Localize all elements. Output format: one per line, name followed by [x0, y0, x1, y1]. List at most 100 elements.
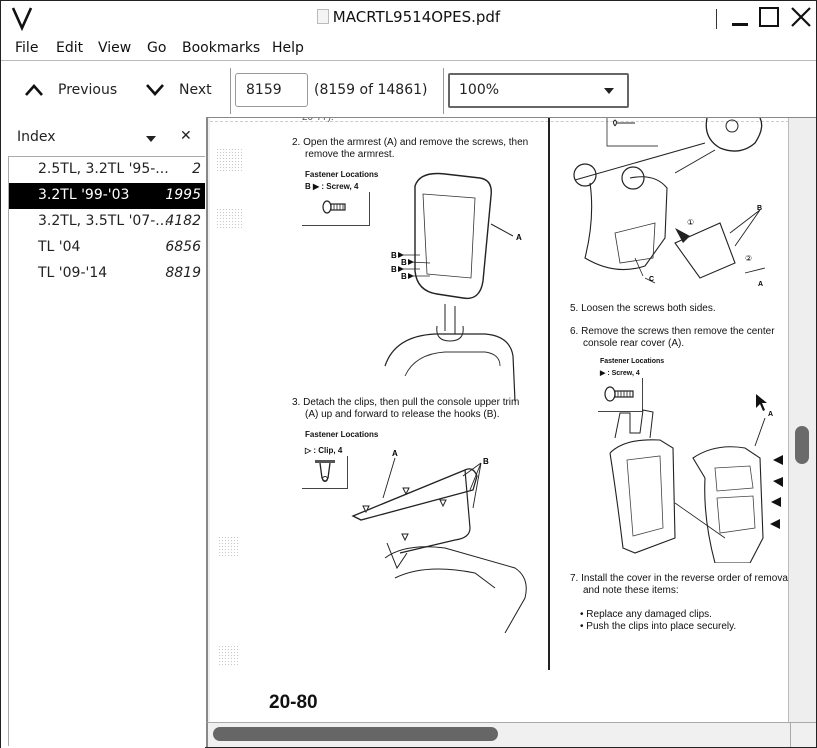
- index-item-label: 3.2TL '99-'03: [38, 187, 130, 203]
- step-5: 5. Loosen the screws both sides.: [570, 303, 716, 314]
- index-item[interactable]: TL '04 6856: [9, 235, 205, 261]
- callout-b: B: [483, 457, 489, 466]
- callout-a: A: [758, 281, 763, 288]
- fastener-box: [302, 192, 370, 226]
- document-view[interactable]: 20-77). 2. Open the armrest (A) and remo…: [206, 118, 816, 722]
- callout-b: B: [757, 205, 762, 212]
- titlebar-separator: [716, 9, 717, 29]
- menu-go[interactable]: Go: [147, 40, 166, 56]
- pdf-viewer-window: MACRTL9514OPES.pdf File Edit View Go Boo…: [0, 0, 817, 748]
- chevron-down-icon: [146, 84, 164, 96]
- dropdown-arrow-icon: [604, 88, 614, 94]
- step-2-line-1: 2. Open the armrest (A) and remove the s…: [292, 137, 529, 148]
- vertical-scrollbar[interactable]: [788, 118, 816, 722]
- window-title-text: MACRTL9514OPES.pdf: [332, 8, 501, 26]
- scan-artifact: [216, 148, 244, 172]
- scrollbar-corner: [790, 722, 816, 747]
- toolbar: Previous Next (8159 of 14861) 100%: [1, 62, 816, 118]
- index-list: 2.5TL, 3.2TL '95-... 2 3.2TL '99-'03 199…: [8, 156, 205, 746]
- armrest-diagram: B B B B A: [384, 172, 522, 401]
- horizontal-scroll-thumb[interactable]: [213, 727, 498, 741]
- step-6-fastener-title: Fastener Locations: [600, 358, 665, 365]
- sidebar-close-button[interactable]: ✕: [180, 128, 192, 144]
- previous-label: Previous: [58, 82, 118, 98]
- minimize-button[interactable]: [729, 6, 751, 28]
- menu-help[interactable]: Help: [272, 40, 304, 56]
- maximize-button[interactable]: [758, 6, 780, 28]
- rear-cover-diagram: A: [609, 409, 783, 563]
- document-icon: [316, 9, 329, 24]
- step-2-line-2: remove the armrest.: [305, 149, 395, 160]
- index-item-page: 6856: [165, 239, 201, 255]
- index-item-page: 8819: [165, 265, 201, 281]
- page-number-label: 20-80: [269, 692, 318, 713]
- index-item-selected[interactable]: 3.2TL '99-'03 1995: [9, 183, 205, 209]
- step-7-bullet: • Push the clips into place securely.: [580, 621, 737, 632]
- step-3-fastener-spec: ▷ : Clip, 4: [305, 446, 343, 455]
- step-3-fastener-title: Fastener Locations: [305, 430, 379, 439]
- callout-b: B: [401, 272, 407, 281]
- page-text-fragment: 20-77).: [302, 118, 334, 124]
- scan-artifact: [218, 536, 240, 556]
- horizontal-scrollbar[interactable]: [206, 722, 816, 747]
- scan-artifact: [218, 645, 240, 667]
- index-item-label: TL '04: [38, 239, 81, 255]
- column-rule: [548, 118, 550, 670]
- clip-icon: [315, 460, 335, 482]
- callout-b: B: [401, 258, 407, 267]
- console-trim-diagram: A B: [351, 449, 527, 633]
- index-item-label: 3.2TL, 3.5TL '07-...: [38, 213, 169, 229]
- step-3-line-1: 3. Detach the clips, then pull the conso…: [292, 397, 520, 408]
- fastener-box: [302, 456, 348, 489]
- screw-icon: [322, 200, 346, 214]
- sidebar-title: Index: [17, 129, 56, 145]
- scan-artifact: [216, 208, 244, 228]
- step-marker-1: ①: [687, 218, 694, 227]
- callout-b: B: [391, 251, 397, 260]
- next-label: Next: [179, 82, 212, 98]
- index-item-page: 1995: [165, 187, 201, 203]
- toolbar-separator: [230, 68, 231, 114]
- menu-edit[interactable]: Edit: [56, 40, 83, 56]
- menu-view[interactable]: View: [98, 40, 131, 56]
- title-bar: MACRTL9514OPES.pdf: [1, 1, 816, 35]
- next-page-button[interactable]: Next: [145, 78, 212, 102]
- menu-bar: File Edit View Go Bookmarks Help: [1, 37, 816, 61]
- index-item-page: 2: [192, 161, 201, 177]
- index-item[interactable]: TL '09-'14 8819: [9, 261, 205, 287]
- callout-a: A: [392, 449, 398, 458]
- sidebar-header: Index ✕: [1, 118, 205, 156]
- mouse-cursor-icon: [756, 394, 767, 411]
- index-item-label: 2.5TL, 3.2TL '95-...: [38, 161, 169, 177]
- vertical-scroll-thumb[interactable]: [795, 426, 809, 464]
- page-number-input[interactable]: [235, 73, 308, 107]
- step-7-line-2: and note these items:: [583, 585, 679, 596]
- chevron-up-icon: [25, 84, 43, 96]
- window-title: MACRTL9514OPES.pdf: [1, 8, 816, 26]
- menu-file[interactable]: File: [15, 40, 38, 56]
- rear-console-diagram: B A C ① ②: [573, 118, 766, 288]
- toolbar-separator: [443, 68, 444, 114]
- sidebar-mode-dropdown-icon[interactable]: [146, 136, 156, 142]
- index-item-label: TL '09-'14: [38, 265, 108, 281]
- step-6-line-1: 6. Remove the screws then remove the cen…: [570, 326, 775, 337]
- previous-page-button[interactable]: Previous: [24, 78, 117, 102]
- index-sidebar: Index ✕ 2.5TL, 3.2TL '95-... 2 3.2TL '99…: [1, 118, 205, 748]
- index-item-page: 4182: [165, 213, 201, 229]
- zoom-select[interactable]: 100%: [448, 73, 629, 108]
- callout-c: C: [649, 276, 654, 283]
- step-7-line-1: 7. Install the cover in the reverse orde…: [570, 573, 788, 584]
- callout-a: A: [516, 233, 522, 242]
- index-item[interactable]: 3.2TL, 3.5TL '07-... 4182: [9, 209, 205, 235]
- step-3-line-2: (A) up and forward to release the hooks …: [305, 409, 500, 420]
- pdf-page: 20-77). 2. Open the armrest (A) and remo…: [210, 118, 789, 722]
- step-2-fastener-title: Fastener Locations: [305, 170, 379, 179]
- step-6-line-2: console rear cover (A).: [583, 338, 685, 349]
- step-2-fastener-spec: B ▶ : Screw, 4: [305, 182, 359, 191]
- zoom-value: 100%: [459, 82, 500, 98]
- close-button[interactable]: [790, 6, 812, 28]
- index-item[interactable]: 2.5TL, 3.2TL '95-... 2: [9, 157, 205, 183]
- menu-bookmarks[interactable]: Bookmarks: [182, 40, 260, 56]
- page-count-label: (8159 of 14861): [314, 82, 428, 98]
- step-marker-2: ②: [745, 254, 752, 263]
